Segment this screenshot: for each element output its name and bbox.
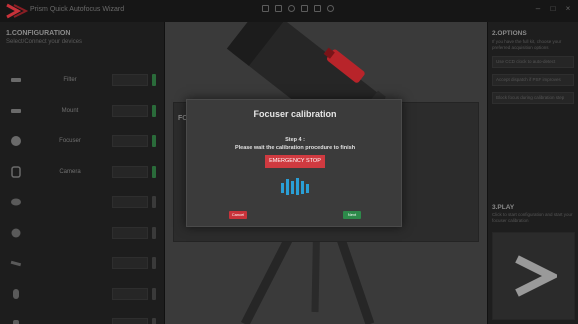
title-bar: Prism Quick Autofocus Wizard – □ × (0, 0, 578, 22)
device-select[interactable] (112, 135, 148, 147)
toolbar-help-icon[interactable] (327, 5, 334, 12)
device-row (0, 218, 165, 248)
focuser-calibration-dialog: Focuser calibration Step 4 : Please wait… (186, 99, 402, 227)
dialog-message: Please wait the calibration procedure to… (234, 145, 356, 151)
window-controls: – □ × (534, 5, 572, 13)
device-status-indicator (152, 74, 156, 86)
play-arrow-icon[interactable] (511, 253, 557, 299)
calibration-progress-icon (281, 178, 309, 195)
options-subtitle: If you have the full kit, choose your pr… (492, 39, 562, 50)
mount-icon (11, 78, 21, 82)
mount-icon (11, 108, 21, 113)
device-label: Mount (61, 107, 79, 114)
focuser-icon (11, 136, 21, 146)
toolbar (262, 5, 334, 12)
device-status-indicator (152, 135, 156, 147)
options-panel: 2.OPTIONS If you have the full kit, choo… (487, 22, 578, 324)
device-status-indicator (152, 287, 156, 300)
device-row: Mount (0, 96, 165, 126)
toolbar-target-icon[interactable] (275, 5, 282, 12)
device-status-indicator (152, 104, 156, 117)
dome-icon (13, 320, 19, 324)
next-button[interactable]: Next (343, 211, 361, 219)
device-status-indicator (152, 257, 156, 269)
device-row: Camera (0, 157, 165, 187)
rotator-icon (13, 288, 19, 299)
configuration-subtitle: Select/Connect your devices (6, 39, 83, 45)
device-row (0, 187, 165, 217)
configuration-panel: 1.CONFIGURATION Select/Connect your devi… (0, 22, 165, 324)
option-use-ccd-clock[interactable]: Use CCD clock to auto-detect (492, 56, 574, 68)
device-select[interactable] (112, 287, 148, 300)
device-select[interactable] (112, 257, 148, 269)
play-button[interactable] (492, 232, 575, 320)
option-accept-dispatch[interactable]: Accept dispatch if PSF improves (492, 74, 574, 86)
app-window: Prism Quick Autofocus Wizard – □ × 1.CON… (0, 0, 578, 324)
option-block-focus[interactable]: Block focus during calibration step (492, 92, 574, 104)
device-select[interactable] (112, 196, 148, 208)
toolbar-record-icon[interactable] (288, 5, 295, 12)
device-status-indicator (152, 226, 156, 239)
maximize-icon[interactable]: □ (549, 5, 557, 13)
device-label: Filter (63, 77, 77, 83)
close-icon[interactable]: × (564, 5, 572, 13)
device-row (0, 309, 165, 324)
device-status-indicator (152, 165, 156, 178)
camera-icon (11, 165, 21, 178)
device-select[interactable] (112, 74, 148, 86)
device-select[interactable] (112, 318, 148, 324)
dialog-title: Focuser calibration (253, 109, 337, 119)
device-label: Camera (59, 168, 81, 175)
minimize-icon[interactable]: – (534, 5, 542, 13)
device-row (0, 279, 165, 309)
dialog-step: Step 4 : (285, 137, 305, 143)
device-row: Filter (0, 65, 165, 95)
toolbar-link-icon[interactable] (314, 5, 321, 12)
configuration-header: 1.CONFIGURATION Select/Connect your devi… (6, 30, 82, 45)
device-status-indicator (152, 196, 156, 208)
device-row (0, 248, 165, 278)
device-select[interactable] (112, 104, 148, 117)
options-title: 2.OPTIONS (492, 30, 527, 37)
toolbar-view-icon[interactable] (262, 5, 269, 12)
device-select[interactable] (112, 165, 148, 178)
device-select[interactable] (112, 226, 148, 239)
device-label: Focuser (59, 138, 81, 144)
play-subtitle: Click to start configuration and start y… (492, 212, 573, 223)
telescope-icon (10, 260, 22, 267)
toolbar-settings-icon[interactable] (301, 5, 308, 12)
device-row: Focuser (0, 126, 165, 156)
device-status-indicator (152, 318, 156, 324)
cancel-button[interactable]: Cancel (229, 211, 247, 219)
configuration-title: 1.CONFIGURATION (6, 30, 71, 37)
app-logo-icon (6, 3, 28, 19)
guide-camera-icon (11, 228, 21, 237)
app-title: Prism Quick Autofocus Wizard (30, 6, 125, 13)
play-title: 3.PLAY (492, 204, 515, 211)
emergency-stop-button[interactable]: EMERGENCY STOP (265, 155, 325, 168)
filter-wheel-icon (11, 198, 21, 206)
